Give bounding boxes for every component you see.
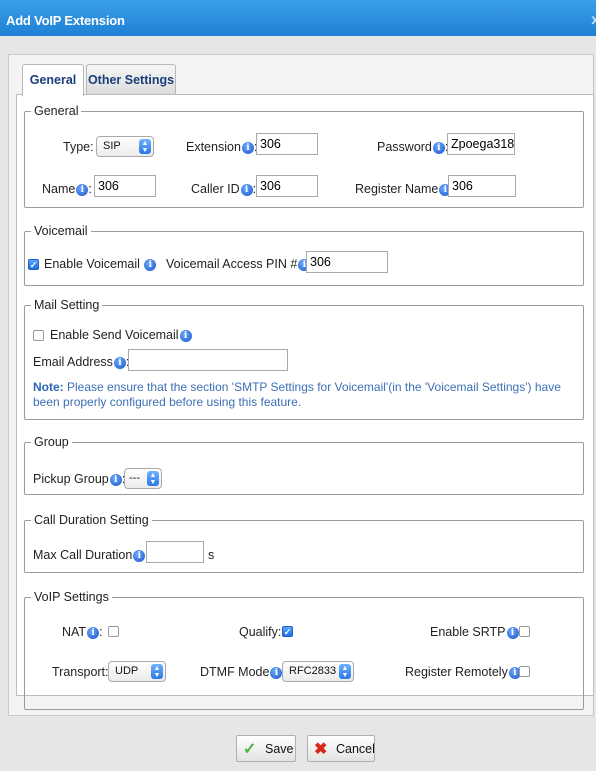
extension-label: Extensioni: xyxy=(186,140,257,154)
close-icon[interactable]: x xyxy=(591,11,596,27)
info-icon[interactable]: i xyxy=(432,142,445,154)
enable-srtp-checkbox[interactable] xyxy=(519,626,530,637)
info-icon[interactable]: i xyxy=(87,627,100,639)
voip-settings-legend: VoIP Settings xyxy=(34,590,109,604)
mail-setting-legend: Mail Setting xyxy=(34,298,100,312)
nat-text: NAT xyxy=(62,625,87,639)
name-label: Name i: xyxy=(42,182,92,196)
register-remotely-checkbox[interactable] xyxy=(519,666,530,677)
register-name-input[interactable]: 306 xyxy=(448,175,516,197)
info-icon[interactable]: i xyxy=(270,667,283,679)
dtmf-mode-label: DTMF Modei: xyxy=(200,665,286,679)
password-label-text: Password xyxy=(377,140,432,154)
info-icon[interactable]: i xyxy=(76,184,89,196)
dtmf-mode-value: RFC2833 xyxy=(289,665,337,677)
email-address-input[interactable] xyxy=(128,349,288,371)
enable-srtp-text: Enable SRTP xyxy=(430,625,506,639)
pickup-group-select[interactable]: --- ▲ ▼ xyxy=(124,468,162,489)
tab-general[interactable]: General xyxy=(22,64,84,96)
transport-select[interactable]: UDP ▲ ▼ xyxy=(108,661,166,682)
register-name-label: Register Namei: xyxy=(355,182,455,196)
info-icon[interactable]: i xyxy=(506,627,519,639)
enable-voicemail-checkbox[interactable]: ✓ xyxy=(28,259,39,270)
enable-srtp-label: Enable SRTPi: xyxy=(430,625,522,639)
max-call-duration-text: Max Call Duration xyxy=(33,548,133,562)
call-duration-fieldset: Call Duration Setting xyxy=(24,513,584,573)
info-icon[interactable]: i xyxy=(179,330,192,342)
info-icon[interactable]: i xyxy=(113,357,126,369)
extension-input[interactable]: 306 xyxy=(256,133,318,155)
note-line-1: Please ensure that the section 'SMTP Set… xyxy=(63,380,561,394)
enable-send-voicemail-text: Enable Send Voicemail xyxy=(50,328,179,342)
select-arrow-icon: ▲ ▼ xyxy=(139,139,151,154)
window-title-bar: Add VoIP Extension x xyxy=(0,0,596,36)
call-duration-legend: Call Duration Setting xyxy=(34,513,149,527)
smtp-note: Note: Please ensure that the section 'SM… xyxy=(33,380,578,410)
voicemail-pin-label: Voicemail Access PIN #i: xyxy=(166,257,314,271)
caller-id-label-text: Caller ID xyxy=(191,182,240,196)
nat-label: NAT i: xyxy=(62,625,103,639)
checkmark-icon: ✓ xyxy=(243,741,257,758)
max-call-duration-label: Max Call Durationi: xyxy=(33,548,149,562)
name-label-text: Name xyxy=(42,182,76,196)
save-button-label: Save xyxy=(265,742,294,756)
nat-checkbox[interactable] xyxy=(108,626,119,637)
seconds-unit: s xyxy=(208,548,215,562)
voip-settings-fieldset: VoIP Settings xyxy=(24,590,584,710)
caller-id-input[interactable]: 306 xyxy=(256,175,318,197)
group-fieldset: Group xyxy=(24,435,584,495)
type-label: Type: xyxy=(63,140,94,154)
note-line-2: been properly configured before using th… xyxy=(33,395,302,409)
enable-send-voicemail-label: Enable Send Voicemail i xyxy=(50,328,192,342)
enable-voicemail-text: Enable Voicemail xyxy=(44,257,140,271)
pickup-group-text: Pickup Group xyxy=(33,472,109,486)
save-button[interactable]: ✓ Save xyxy=(236,735,296,762)
qualify-checkbox[interactable]: ✓ xyxy=(282,626,293,637)
dtmf-mode-text: DTMF Mode xyxy=(200,665,270,679)
cross-icon: ✖ xyxy=(314,741,328,758)
info-icon[interactable]: i xyxy=(241,142,254,154)
voicemail-fieldset: Voicemail xyxy=(24,224,584,286)
pickup-group-label: Pickup Groupi: xyxy=(33,472,125,486)
select-arrow-icon: ▲ ▼ xyxy=(339,664,351,679)
type-select-value: SIP xyxy=(103,140,121,152)
register-name-label-text: Register Name xyxy=(355,182,439,196)
cancel-button[interactable]: ✖ Cancel xyxy=(307,735,375,762)
pickup-group-value: --- xyxy=(129,472,140,484)
type-select[interactable]: SIP ▲ ▼ xyxy=(96,136,154,157)
email-address-text: Email Address xyxy=(33,355,113,369)
enable-voicemail-label: Enable Voicemail i xyxy=(44,257,157,271)
email-address-label: Email Addressi: xyxy=(33,355,129,369)
enable-send-voicemail-checkbox[interactable] xyxy=(33,330,44,341)
tab-other-settings[interactable]: Other Settings xyxy=(86,64,176,94)
extension-label-text: Extension xyxy=(186,140,241,154)
password-label: Passwordi: xyxy=(377,140,448,154)
cancel-button-label: Cancel xyxy=(336,742,375,756)
note-prefix: Note: xyxy=(33,380,64,394)
info-icon[interactable]: i xyxy=(144,259,157,271)
group-legend: Group xyxy=(34,435,69,449)
window-title: Add VoIP Extension xyxy=(6,13,125,28)
select-arrow-icon: ▲ ▼ xyxy=(147,471,159,486)
voicemail-legend: Voicemail xyxy=(34,224,88,238)
name-input[interactable]: 306 xyxy=(94,175,156,197)
transport-label: Transport: xyxy=(52,665,109,679)
voicemail-pin-text: Voicemail Access PIN # xyxy=(166,257,298,271)
info-icon[interactable]: i xyxy=(240,184,253,196)
transport-value: UDP xyxy=(115,665,139,677)
max-call-duration-input[interactable] xyxy=(146,541,204,563)
select-arrow-icon: ▲ ▼ xyxy=(151,664,163,679)
voicemail-pin-input[interactable]: 306 xyxy=(306,251,388,273)
password-input[interactable]: Zpoega318 xyxy=(447,133,515,155)
dtmf-mode-select[interactable]: RFC2833 ▲ ▼ xyxy=(282,661,354,682)
caller-id-label: Caller ID i: xyxy=(191,182,257,196)
info-icon[interactable]: i xyxy=(109,474,122,486)
register-remotely-text: Register Remotely xyxy=(405,665,508,679)
general-legend: General xyxy=(34,104,79,118)
qualify-label: Qualify: xyxy=(239,625,282,639)
register-remotely-label: Register Remotelyi: xyxy=(405,665,524,679)
info-icon[interactable]: i xyxy=(133,550,146,562)
